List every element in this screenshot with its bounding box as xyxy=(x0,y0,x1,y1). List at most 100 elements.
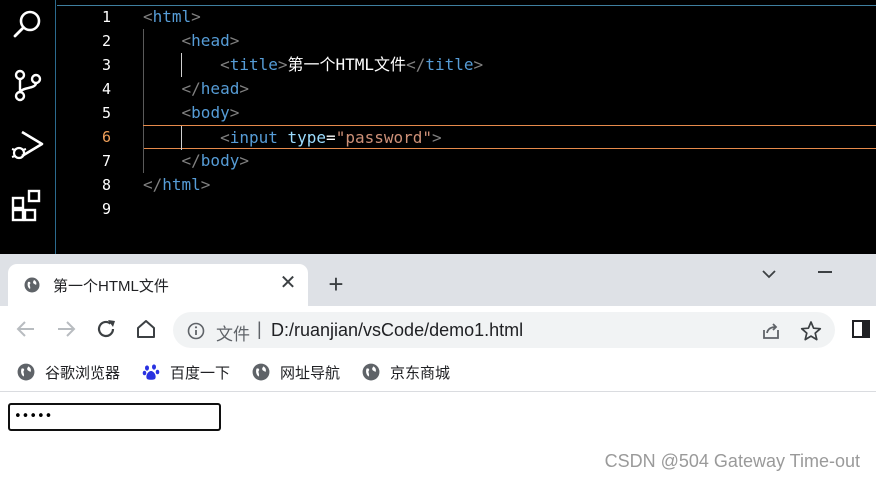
new-tab-button[interactable]: + xyxy=(322,271,350,299)
code-token: > xyxy=(229,103,240,122)
code-token: body xyxy=(191,103,230,122)
indent-guide xyxy=(143,29,144,53)
code-token: > xyxy=(277,55,288,74)
source-control-icon[interactable] xyxy=(10,67,46,103)
side-panel-icon[interactable] xyxy=(852,320,870,338)
code-token: head xyxy=(200,79,240,98)
code-line[interactable]: </body> xyxy=(143,149,876,173)
code-token: > xyxy=(191,7,201,26)
code-token: < xyxy=(220,128,230,147)
indent-guide xyxy=(181,53,182,77)
url-text[interactable]: D:/ruanjian/vsCode/demo1.html xyxy=(271,320,523,341)
code-token: = xyxy=(326,128,336,147)
line-number: 1 xyxy=(101,8,111,26)
globe-icon xyxy=(24,277,40,293)
indent-guide xyxy=(181,126,182,150)
home-icon[interactable] xyxy=(134,317,158,341)
line-number: 2 xyxy=(101,32,111,50)
line-number: 3 xyxy=(101,56,111,74)
indent-guide xyxy=(143,77,144,101)
globe-icon xyxy=(362,363,380,381)
indent-guide xyxy=(143,126,144,150)
forward-arrow-icon[interactable] xyxy=(54,317,78,341)
line-number: 6 xyxy=(101,128,111,146)
line-number: 7 xyxy=(101,152,111,170)
bookmark-label: 谷歌浏览器 xyxy=(45,364,121,382)
tab-title: 第一个HTML文件 xyxy=(53,278,169,295)
address-bar[interactable]: 文件 | D:/ruanjian/vsCode/demo1.html xyxy=(173,312,835,348)
code-token: "password" xyxy=(335,128,433,147)
run-debug-icon[interactable] xyxy=(10,127,46,163)
reload-icon[interactable] xyxy=(94,317,118,341)
bookmark-item[interactable]: 百度一下 xyxy=(142,361,230,383)
code-token: </ xyxy=(181,151,201,170)
bookmark-item[interactable]: 网址导航 xyxy=(252,361,340,383)
scheme-label: 文件 xyxy=(216,325,250,344)
code-token: </ xyxy=(406,55,426,74)
bookmark-label: 网址导航 xyxy=(280,364,341,382)
code-line[interactable]: </html> xyxy=(143,173,876,197)
indent-guide xyxy=(143,53,144,77)
code-token: </ xyxy=(181,79,201,98)
bookmark-label: 百度一下 xyxy=(170,364,231,382)
minimize-button[interactable] xyxy=(818,271,832,273)
extensions-icon[interactable] xyxy=(10,187,46,223)
code-token: > xyxy=(473,55,484,74)
code-line[interactable]: </head> xyxy=(143,77,876,101)
bookmark-label: 京东商城 xyxy=(390,364,451,382)
line-number: 5 xyxy=(101,104,111,122)
indent-guide xyxy=(143,101,144,125)
bookmark-item[interactable]: 谷歌浏览器 xyxy=(17,361,120,383)
code-token: html xyxy=(162,175,201,194)
code-line[interactable]: <body> xyxy=(143,101,876,125)
close-icon[interactable]: ✕ xyxy=(278,273,298,293)
globe-icon xyxy=(252,363,270,381)
browser-toolbar: 文件 | D:/ruanjian/vsCode/demo1.html xyxy=(0,306,876,352)
browser-tab-active[interactable]: 第一个HTML文件 ✕ xyxy=(8,264,308,306)
code-text[interactable]: <html> <head> <title>第一个HTML文件</title> <… xyxy=(143,5,876,221)
code-token: > xyxy=(229,31,240,50)
search-icon[interactable] xyxy=(10,7,46,43)
code-token: < xyxy=(220,55,230,74)
code-token: < xyxy=(181,103,192,122)
code-token: title xyxy=(425,55,474,74)
code-token: head xyxy=(191,31,230,50)
code-line[interactable]: <title>第一个HTML文件</title> xyxy=(143,53,876,77)
bookmark-star-icon[interactable] xyxy=(800,320,822,342)
code-token: < xyxy=(181,31,192,50)
share-icon[interactable] xyxy=(761,321,781,341)
baidu-paw-icon xyxy=(142,364,160,380)
bookmark-item[interactable]: 京东商城 xyxy=(362,361,450,383)
line-number: 8 xyxy=(101,176,111,194)
code-token: </ xyxy=(143,175,163,194)
code-token: > xyxy=(239,151,249,170)
info-icon[interactable] xyxy=(187,322,205,340)
code-token: 第一个HTML文件 xyxy=(287,55,407,74)
password-input[interactable]: ••••• xyxy=(8,403,221,431)
code-line[interactable]: <head> xyxy=(143,29,876,53)
page-content: ••••• CSDN @504 Gateway Time-out xyxy=(0,393,876,480)
code-editor: 123456789 <html> <head> <title>第一个HTML文件… xyxy=(0,0,876,254)
globe-icon xyxy=(17,363,35,381)
code-token: > xyxy=(200,175,211,194)
browser-tab-strip: 第一个HTML文件 ✕ + xyxy=(0,254,876,306)
code-token: html xyxy=(152,7,192,26)
url-separator: | xyxy=(257,319,262,339)
bookmarks-bar: 谷歌浏览器 百度一下 网址导航 京东商城 xyxy=(0,352,876,392)
back-arrow-icon[interactable] xyxy=(14,317,38,341)
code-token: title xyxy=(229,55,278,74)
activity-bar xyxy=(0,0,56,254)
line-number: 9 xyxy=(101,200,111,218)
watermark-text: CSDN @504 Gateway Time-out xyxy=(604,451,860,471)
code-token: body xyxy=(200,151,240,170)
line-number-gutter: 1 2 3 4 5 6 7 8 9 xyxy=(57,5,127,221)
code-token: input xyxy=(229,128,278,147)
code-line[interactable]: <input type="password"> xyxy=(143,125,876,150)
code-token: > xyxy=(239,79,249,98)
code-token: > xyxy=(432,128,442,147)
code-line[interactable] xyxy=(143,197,876,221)
code-line[interactable]: <html> xyxy=(143,5,876,29)
code-token: < xyxy=(143,7,153,26)
chevron-down-icon[interactable] xyxy=(757,264,781,284)
